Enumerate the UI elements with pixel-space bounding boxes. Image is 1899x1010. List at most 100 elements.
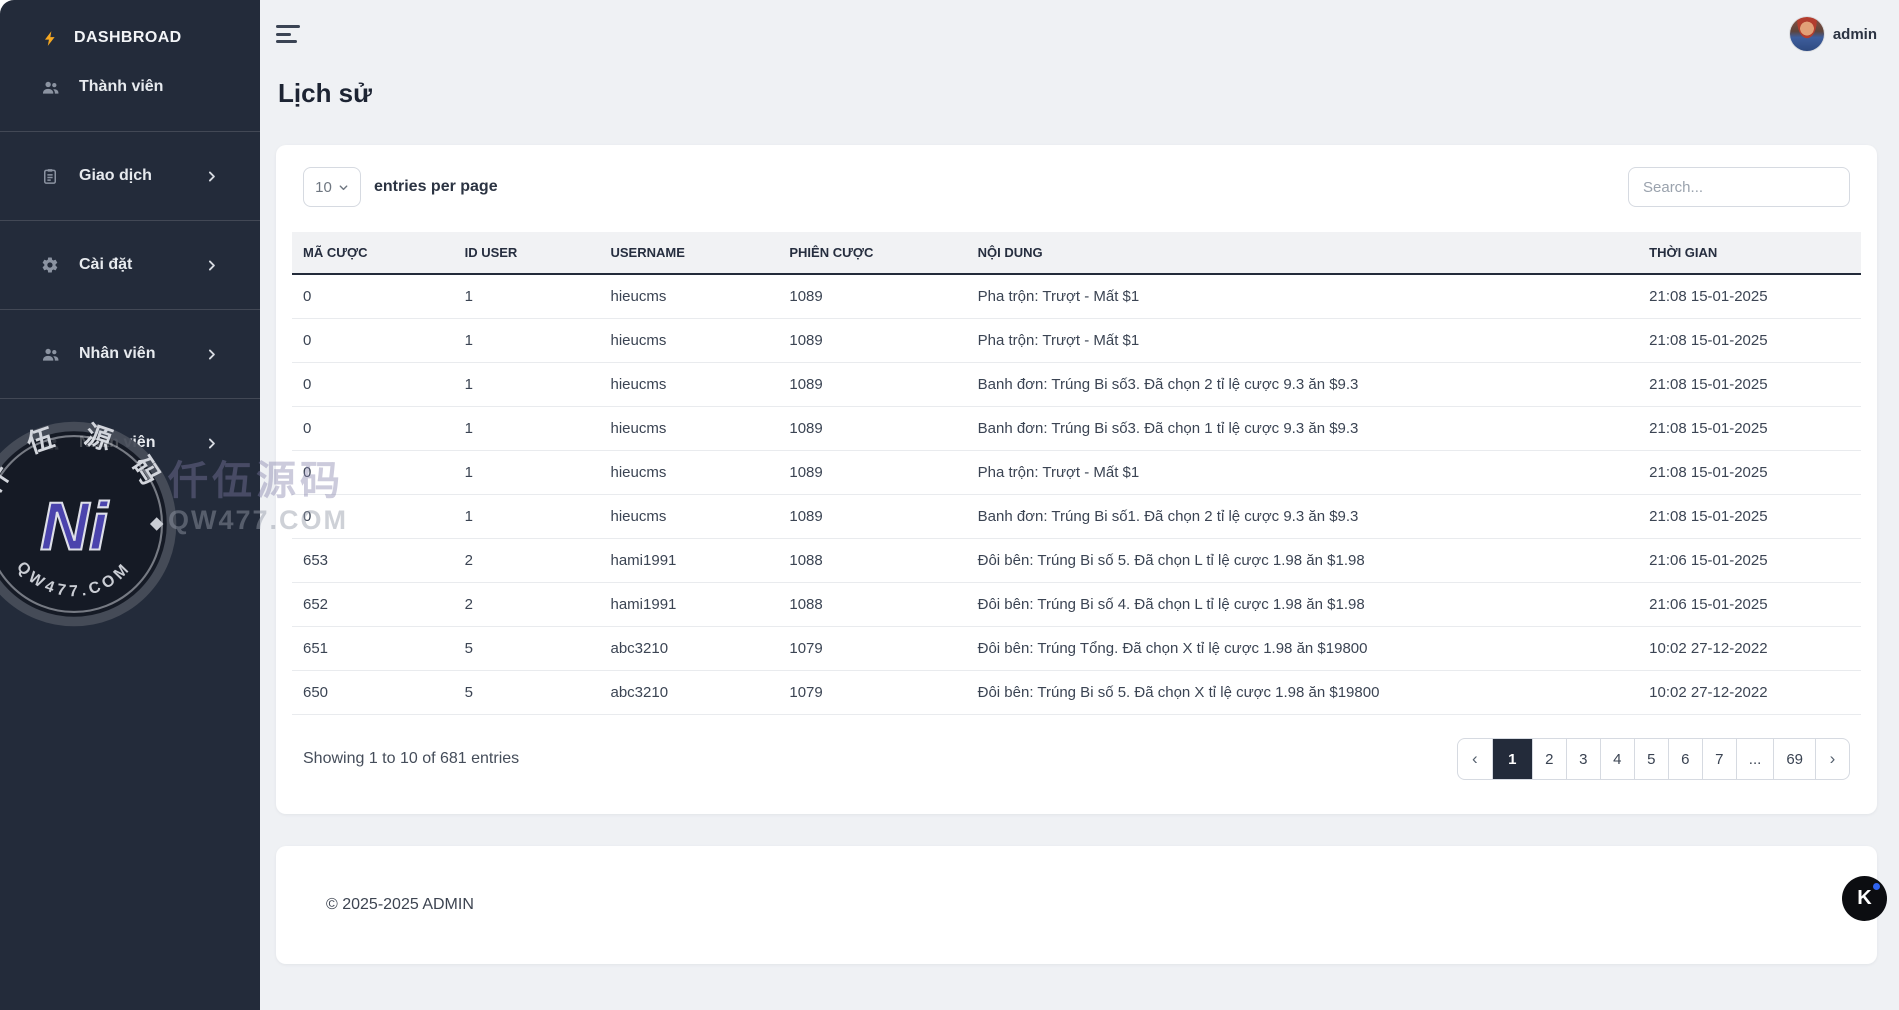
menu-toggle-icon[interactable] bbox=[276, 21, 302, 47]
sidebar-nav: Thành viên Giao dịch Cài đặt bbox=[0, 63, 260, 467]
table-cell: Pha trộn: Trượt - Mất $1 bbox=[967, 319, 1639, 363]
sidebar-item-nhan-vien-1[interactable]: Nhân viên bbox=[0, 330, 260, 378]
floating-action-button[interactable]: K bbox=[1842, 876, 1887, 921]
table-cell: 1089 bbox=[778, 319, 966, 363]
table-cell: 0 bbox=[292, 319, 454, 363]
pagination-prev[interactable]: ‹ bbox=[1458, 739, 1492, 779]
pagination-page-3[interactable]: 3 bbox=[1566, 739, 1600, 779]
floating-button-label: K bbox=[1857, 887, 1871, 910]
column-header-ma-cuoc: MÃ CƯỢC bbox=[292, 232, 454, 274]
table-row: 01hieucms1089Banh đơn: Trúng Bi số3. Đã … bbox=[292, 407, 1861, 451]
table-cell: hieucms bbox=[600, 274, 779, 319]
table-cell: hieucms bbox=[600, 363, 779, 407]
table-toolbar: 10 entries per page bbox=[292, 167, 1861, 207]
sidebar-item-label: Thành viên bbox=[79, 78, 163, 96]
table-cell: Pha trộn: Trượt - Mất $1 bbox=[967, 451, 1639, 495]
history-card: 10 entries per page MÃ CƯỢC ID USER USER… bbox=[276, 145, 1877, 814]
pagination-page-1[interactable]: 1 bbox=[1492, 739, 1532, 779]
sidebar-item-label: Nhân viên bbox=[79, 345, 155, 363]
table-cell: 1079 bbox=[778, 627, 966, 671]
clipboard-icon bbox=[40, 167, 60, 185]
table-cell: 1 bbox=[454, 451, 600, 495]
sidebar-divider bbox=[0, 131, 260, 132]
table-cell: 1089 bbox=[778, 274, 966, 319]
table-cell: 21:08 15-01-2025 bbox=[1638, 363, 1861, 407]
table-row: 01hieucms1089Pha trộn: Trượt - Mất $121:… bbox=[292, 319, 1861, 363]
column-header-thoi-gian: THỜI GIAN bbox=[1638, 232, 1861, 274]
column-header-noi-dung: NỘI DUNG bbox=[967, 232, 1639, 274]
pagination: ‹1234567...69› bbox=[1457, 738, 1850, 780]
table-cell: 2 bbox=[454, 583, 600, 627]
table-cell: 2 bbox=[454, 539, 600, 583]
table-row: 6522hami19911088Đôi bên: Trúng Bi số 4. … bbox=[292, 583, 1861, 627]
sidebar-item-label: Nhân viên bbox=[79, 434, 155, 452]
sidebar-item-thanh-vien[interactable]: Thành viên bbox=[0, 63, 260, 111]
floating-button-dot bbox=[1873, 883, 1880, 890]
brand[interactable]: DASHBROAD bbox=[0, 18, 260, 58]
pagination-ellipsis[interactable]: ... bbox=[1736, 739, 1774, 779]
pagination-page-6[interactable]: 6 bbox=[1668, 739, 1702, 779]
sidebar-item-label: Cài đặt bbox=[79, 256, 132, 274]
table-row: 6505abc32101079Đôi bên: Trúng Bi số 5. Đ… bbox=[292, 671, 1861, 715]
table-cell: 0 bbox=[292, 274, 454, 319]
table-cell: hieucms bbox=[600, 407, 779, 451]
username-label: admin bbox=[1833, 26, 1877, 43]
table-cell: 0 bbox=[292, 495, 454, 539]
table-cell: 10:02 27-12-2022 bbox=[1638, 671, 1861, 715]
table-row: 01hieucms1089Pha trộn: Trượt - Mất $121:… bbox=[292, 451, 1861, 495]
table-cell: Đôi bên: Trúng Bi số 5. Đã chọn L tỉ lệ … bbox=[967, 539, 1639, 583]
gear-icon bbox=[40, 256, 60, 274]
table-row: 6515abc32101079Đôi bên: Trúng Tổng. Đã c… bbox=[292, 627, 1861, 671]
column-header-phien-cuoc: PHIÊN CƯỢC bbox=[778, 232, 966, 274]
showing-entries-label: Showing 1 to 10 of 681 entries bbox=[303, 750, 519, 768]
pagination-page-2[interactable]: 2 bbox=[1532, 739, 1566, 779]
chevron-right-icon bbox=[205, 170, 218, 183]
entries-per-page-label: entries per page bbox=[374, 178, 498, 196]
lightning-icon bbox=[40, 28, 60, 49]
table-cell: Banh đơn: Trúng Bi số3. Đã chọn 2 tỉ lệ … bbox=[967, 363, 1639, 407]
pagination-page-5[interactable]: 5 bbox=[1634, 739, 1668, 779]
table-cell: 10:02 27-12-2022 bbox=[1638, 627, 1861, 671]
users-icon bbox=[40, 345, 60, 364]
main-content: admin Lịch sử 10 entries per page MÃ CƯ bbox=[260, 0, 1899, 1010]
table-cell: 21:08 15-01-2025 bbox=[1638, 451, 1861, 495]
sidebar-item-cai-dat[interactable]: Cài đặt bbox=[0, 241, 260, 289]
table-head: MÃ CƯỢC ID USER USERNAME PHIÊN CƯỢC NỘI … bbox=[292, 232, 1861, 274]
search-input[interactable] bbox=[1628, 167, 1850, 207]
table-cell: hieucms bbox=[600, 495, 779, 539]
chevron-right-icon bbox=[205, 348, 218, 361]
table-cell: Pha trộn: Trượt - Mất $1 bbox=[967, 274, 1639, 319]
pagination-page-69[interactable]: 69 bbox=[1773, 739, 1815, 779]
table-cell: 21:06 15-01-2025 bbox=[1638, 583, 1861, 627]
users-icon bbox=[40, 434, 60, 453]
table-cell: 5 bbox=[454, 627, 600, 671]
page-size-select[interactable]: 10 bbox=[303, 167, 361, 207]
pagination-next[interactable]: › bbox=[1815, 739, 1849, 779]
user-menu[interactable]: admin bbox=[1790, 17, 1877, 51]
table-cell: 21:08 15-01-2025 bbox=[1638, 407, 1861, 451]
table-cell: Đôi bên: Trúng Bi số 5. Đã chọn X tỉ lệ … bbox=[967, 671, 1639, 715]
users-icon bbox=[40, 78, 60, 97]
table-cell: hieucms bbox=[600, 319, 779, 363]
table-cell: 21:06 15-01-2025 bbox=[1638, 539, 1861, 583]
table-cell: 653 bbox=[292, 539, 454, 583]
sidebar-item-giao-dich[interactable]: Giao dịch bbox=[0, 152, 260, 200]
history-table: MÃ CƯỢC ID USER USERNAME PHIÊN CƯỢC NỘI … bbox=[292, 232, 1861, 715]
pagination-page-4[interactable]: 4 bbox=[1600, 739, 1634, 779]
table-row: 01hieucms1089Pha trộn: Trượt - Mất $121:… bbox=[292, 274, 1861, 319]
table-cell: 650 bbox=[292, 671, 454, 715]
table-cell: 1089 bbox=[778, 451, 966, 495]
table-body: 01hieucms1089Pha trộn: Trượt - Mất $121:… bbox=[292, 274, 1861, 715]
table-cell: hami1991 bbox=[600, 539, 779, 583]
table-cell: 1 bbox=[454, 319, 600, 363]
table-cell: 5 bbox=[454, 671, 600, 715]
sidebar-item-nhan-vien-2[interactable]: Nhân viên bbox=[0, 419, 260, 467]
pagination-page-7[interactable]: 7 bbox=[1702, 739, 1736, 779]
sidebar-divider bbox=[0, 398, 260, 399]
table-cell: abc3210 bbox=[600, 627, 779, 671]
sidebar-item-label: Giao dịch bbox=[79, 167, 152, 185]
page-title: Lịch sử bbox=[278, 78, 1877, 109]
table-cell: 1089 bbox=[778, 495, 966, 539]
table-cell: 1 bbox=[454, 407, 600, 451]
chevron-down-icon bbox=[338, 182, 349, 193]
